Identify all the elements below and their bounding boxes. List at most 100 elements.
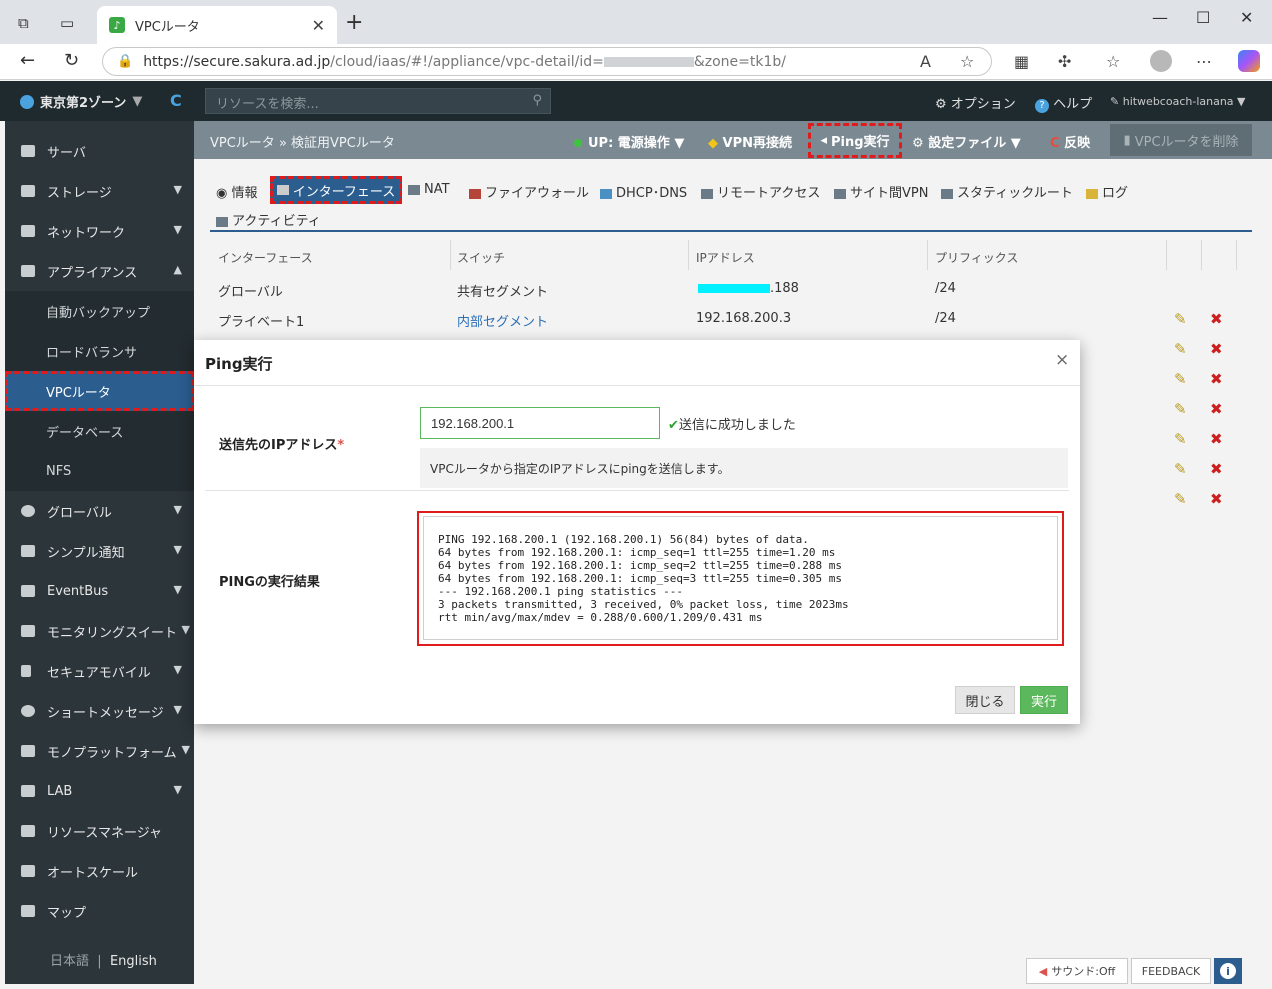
delete-icon[interactable]: ✖: [1210, 460, 1223, 478]
sidebar-item-lab[interactable]: LAB ▼: [5, 771, 194, 811]
sidebar-item-storage[interactable]: ストレージ ▼: [5, 171, 194, 211]
sound-toggle[interactable]: ◀ サウンド:Off: [1026, 958, 1128, 984]
resource-search-input[interactable]: リソースを検索... ⚲: [205, 88, 551, 114]
tab-actions-icon[interactable]: ▭: [60, 14, 74, 32]
workspaces-icon[interactable]: ⧉: [18, 14, 29, 32]
dest-ip-input[interactable]: [420, 407, 660, 439]
help-icon: ?: [1035, 99, 1049, 113]
sidebar-item-appliance[interactable]: アプライアンス ▲: [5, 251, 194, 291]
sidebar-item-secure-mobile[interactable]: セキュアモバイル ▼: [5, 651, 194, 691]
tab-remote-access[interactable]: リモートアクセス: [701, 182, 820, 201]
favorites-icon[interactable]: ☆: [1106, 52, 1120, 71]
tab-info[interactable]: ◉ 情報: [216, 182, 258, 201]
apply-button[interactable]: C 反映: [1050, 132, 1090, 151]
sidebar-item-autoscale[interactable]: オートスケール: [5, 851, 194, 891]
ping-result-output[interactable]: PING 192.168.200.1 (192.168.200.1) 56(84…: [423, 516, 1058, 640]
url-field[interactable]: 🔒 https://secure.sakura.ad.jp/cloud/iaas…: [102, 47, 992, 76]
dhcp-icon: [600, 188, 612, 199]
delete-icon[interactable]: ✖: [1210, 490, 1223, 508]
sidebar-item-resource-manager[interactable]: リソースマネージャ: [5, 811, 194, 851]
tab-dhcp-dns[interactable]: DHCP･DNS: [600, 182, 687, 201]
copilot-icon[interactable]: [1238, 50, 1260, 72]
delete-icon[interactable]: ✖: [1210, 430, 1223, 448]
tab-nat[interactable]: NAT: [408, 182, 450, 197]
extension-icon[interactable]: ▦: [1014, 52, 1029, 71]
sidebar-item-eventbus[interactable]: EventBus ▼: [5, 571, 194, 611]
col-header-switch: スイッチ: [457, 251, 506, 265]
sidebar-item-simple-notify[interactable]: シンプル通知 ▼: [5, 531, 194, 571]
edit-icon[interactable]: ✎: [1174, 340, 1187, 358]
ping-button[interactable]: ◂ Ping実行: [808, 123, 902, 158]
reload-icon[interactable]: ↻: [64, 50, 79, 71]
row1-ip-suffix: .188: [770, 281, 799, 296]
lang-en[interactable]: English: [110, 954, 157, 969]
sidebar-item-server[interactable]: サーバ: [5, 131, 194, 171]
read-aloud-icon[interactable]: A: [920, 52, 931, 71]
sidebar-item-sms[interactable]: ショートメッセージ ▼: [5, 691, 194, 731]
zone-selector[interactable]: 東京第2ゾーン ▼: [20, 92, 142, 111]
tab-interface[interactable]: インターフェース: [270, 176, 402, 204]
tab-close-icon[interactable]: ✕: [312, 16, 325, 35]
sidebar-item-global[interactable]: グローバル ▼: [5, 491, 194, 531]
dialog-close-icon[interactable]: ×: [1055, 350, 1069, 370]
execute-button[interactable]: 実行: [1020, 686, 1068, 714]
ping-result-label: PINGの実行結果: [219, 575, 320, 590]
favorite-star-icon[interactable]: ☆: [960, 52, 974, 71]
info-button[interactable]: i: [1214, 958, 1242, 984]
sidebar-sub-nfs[interactable]: NFS: [5, 451, 194, 491]
sidebar-item-network[interactable]: ネットワーク ▼: [5, 211, 194, 251]
dialog-close-button[interactable]: 閉じる: [955, 686, 1015, 714]
help-menu[interactable]: ? ヘルプ: [1035, 93, 1092, 113]
minimize-icon[interactable]: —: [1152, 8, 1168, 27]
sidebar-sub-load-balancer[interactable]: ロードバランサ: [5, 331, 194, 371]
edit-icon[interactable]: ✎: [1174, 490, 1187, 508]
user-menu[interactable]: ✎ hitwebcoach-lanana ▼: [1110, 95, 1246, 108]
row2-interface: プライベート1: [218, 315, 305, 330]
power-button[interactable]: UP: 電源操作 ▼: [574, 132, 684, 151]
megaphone-icon: [21, 545, 35, 557]
window-close-icon[interactable]: ✕: [1240, 8, 1253, 27]
delete-icon[interactable]: ✖: [1210, 310, 1223, 328]
lang-ja[interactable]: 日本語: [50, 954, 89, 969]
edit-icon[interactable]: ✎: [1174, 370, 1187, 388]
delete-icon[interactable]: ✖: [1210, 340, 1223, 358]
profile-avatar[interactable]: [1150, 50, 1172, 72]
tab-firewall[interactable]: ファイアウォール: [469, 182, 589, 201]
sidebar-item-monitoring[interactable]: モニタリングスイート ▼: [5, 611, 194, 651]
new-tab-icon[interactable]: +: [345, 10, 363, 35]
delete-icon[interactable]: ✖: [1210, 400, 1223, 418]
sidebar-sub-vpc-router[interactable]: VPCルータ: [5, 371, 194, 411]
config-file-button[interactable]: ⚙ 設定ファイル ▼: [912, 132, 1021, 151]
edit-icon[interactable]: ✎: [1174, 310, 1187, 328]
power-label: UP: 電源操作 ▼: [588, 136, 685, 151]
sidebar-item-mono-platform[interactable]: モノプラットフォーム ▼: [5, 731, 194, 771]
refresh-icon[interactable]: C: [170, 91, 182, 110]
sidebar-item-map[interactable]: マップ: [5, 891, 194, 931]
delete-icon[interactable]: ✖: [1210, 370, 1223, 388]
row2-switch-link[interactable]: 内部セグメント: [457, 311, 548, 330]
gear-icon: ⚙: [912, 136, 924, 151]
tab-site-vpn[interactable]: サイト間VPN: [834, 182, 928, 201]
puzzle-icon[interactable]: ✣: [1058, 52, 1071, 71]
option-menu[interactable]: ⚙ オプション: [935, 93, 1016, 112]
tab-activity[interactable]: アクティビティ: [216, 210, 321, 229]
browser-tab[interactable]: ♪ VPCルータ ✕: [97, 6, 337, 44]
tab-log[interactable]: ログ: [1086, 182, 1128, 201]
edit-icon[interactable]: ✎: [1174, 430, 1187, 448]
tab-label: ログ: [1102, 186, 1129, 201]
search-icon: ⚲: [532, 93, 542, 108]
delete-vpc-router-button[interactable]: ▮ VPCルータを削除: [1110, 124, 1252, 156]
edit-icon[interactable]: ✎: [1174, 460, 1187, 478]
row2-prefix: /24: [935, 311, 956, 326]
edit-icon[interactable]: ✎: [1174, 400, 1187, 418]
sidebar-sub-auto-backup[interactable]: 自動バックアップ: [5, 291, 194, 331]
feedback-button[interactable]: FEEDBACK: [1131, 958, 1211, 984]
tab-label: DHCP･DNS: [616, 186, 688, 201]
tab-static-route[interactable]: スタティックルート: [941, 182, 1073, 201]
url-text: https://secure.sakura.ad.jp/cloud/iaas/#…: [143, 54, 786, 70]
maximize-icon[interactable]: ☐: [1196, 8, 1210, 27]
sidebar-sub-database[interactable]: データベース: [5, 411, 194, 451]
back-icon[interactable]: ←: [20, 50, 35, 71]
more-icon[interactable]: ⋯: [1196, 52, 1212, 71]
vpn-reconnect-button[interactable]: ◆ VPN再接続: [708, 132, 792, 151]
